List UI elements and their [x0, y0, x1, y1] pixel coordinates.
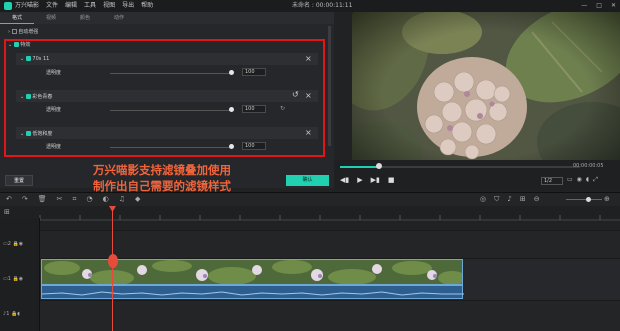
- eye-icon[interactable]: ◉: [19, 241, 23, 247]
- render-icon[interactable]: ◎: [480, 195, 486, 204]
- window-controls: — □ ✕: [581, 0, 616, 12]
- auto-enhance-label: 自动增强: [18, 29, 39, 35]
- stop-icon[interactable]: ■: [388, 176, 395, 184]
- eye-icon[interactable]: ◉: [19, 276, 23, 282]
- speed-icon[interactable]: ◔: [86, 195, 92, 204]
- edit-tools: ↶ ↷ 🗑 ✂ ⌗ ◔ ◐ ♫ ◆: [6, 195, 140, 204]
- playback-progress-handle[interactable]: [376, 163, 382, 169]
- track-row-audio-1: [0, 300, 620, 331]
- color-icon[interactable]: ◐: [103, 195, 109, 204]
- auto-enhance-checkbox[interactable]: [11, 29, 17, 34]
- tab-color[interactable]: 颜色: [68, 12, 102, 24]
- track-header-1: ▭1 🔒◉: [3, 276, 23, 282]
- play-icon[interactable]: ▶: [357, 176, 362, 184]
- shield-icon[interactable]: ⛉: [494, 195, 499, 204]
- ok-button[interactable]: 确认: [286, 175, 329, 186]
- expand-arrow-icon[interactable]: ›: [8, 29, 10, 35]
- app-logo-icon: [4, 2, 12, 10]
- zoom-slider-handle[interactable]: [586, 197, 591, 202]
- audio-waveform[interactable]: [41, 285, 464, 299]
- mic-icon[interactable]: ♪: [507, 195, 511, 204]
- fullscreen-icon[interactable]: ⤢: [593, 176, 598, 184]
- track-row-video-2: [0, 230, 620, 258]
- playhead-line[interactable]: [112, 206, 113, 331]
- zoom-tools: ◎ ⛉ ♪ ⊞ ⊖: [480, 195, 540, 204]
- screen-icon[interactable]: ▭: [567, 176, 573, 184]
- track-1-number: 1: [7, 276, 11, 282]
- delete-icon[interactable]: 🗑: [38, 195, 47, 204]
- crop-icon[interactable]: ⌗: [73, 195, 77, 204]
- project-title: 未命名 : 00:00:11:11: [292, 2, 353, 9]
- video-clip[interactable]: [41, 259, 463, 285]
- track-header-2: ▭2 🔒◉: [3, 241, 23, 247]
- auto-enhance-row[interactable]: › 自动增强: [8, 28, 38, 35]
- zoom-out-icon[interactable]: ⊖: [534, 195, 540, 204]
- annotation-caption: 万兴喵影支持滤镜叠加使用 制作出自己需要的滤镜样式: [93, 162, 231, 194]
- timeline-toolbar: ↶ ↷ 🗑 ✂ ⌗ ◔ ◐ ♫ ◆ ◎ ⛉ ♪ ⊞ ⊖ ⊕: [0, 192, 620, 206]
- menu-file[interactable]: 文件: [46, 0, 58, 12]
- undo-icon[interactable]: ↶: [6, 195, 12, 204]
- timecode: 00:00:00:05: [573, 163, 604, 169]
- track-header-audio: ♪1 🔒◖: [3, 311, 20, 317]
- tab-format[interactable]: 格式: [0, 12, 34, 24]
- menu-view[interactable]: 视图: [103, 0, 115, 12]
- properties-tabs: 格式 视频 颜色 动作: [0, 12, 334, 24]
- waveform-graphic: [41, 291, 464, 296]
- camera-icon[interactable]: ◉: [577, 176, 582, 184]
- menu-edit[interactable]: 编辑: [65, 0, 77, 12]
- title-bar: 万兴喵影 文件 编辑 工具 视图 导出 帮助 未命名 : 00:00:11:11…: [0, 0, 620, 12]
- close-icon[interactable]: ✕: [611, 0, 616, 12]
- tab-motion[interactable]: 动作: [102, 12, 136, 24]
- highlight-box: [4, 39, 325, 157]
- video-preview: [334, 0, 620, 182]
- snap-icon[interactable]: ⊞: [520, 195, 526, 204]
- track-2-number: 2: [7, 241, 11, 247]
- menu-bar: 万兴喵影 文件 编辑 工具 视图 导出 帮助: [15, 0, 153, 12]
- cut-icon[interactable]: ✂: [57, 195, 63, 204]
- annotation-line-1: 万兴喵影支持滤镜叠加使用: [93, 163, 231, 177]
- preview-image: [334, 0, 620, 182]
- transport-controls: ◀▮ ▶ ▶▮ ■: [340, 176, 395, 184]
- maximize-icon[interactable]: □: [596, 0, 602, 12]
- volume-icon[interactable]: ◖: [586, 176, 589, 184]
- app-title: 万兴喵影: [15, 2, 40, 9]
- speaker-icon[interactable]: ◖: [17, 311, 20, 317]
- menu-export[interactable]: 导出: [122, 0, 134, 12]
- timeline-ruler[interactable]: [0, 206, 620, 221]
- clip-thumbnails: [42, 260, 462, 284]
- zoom-in-icon[interactable]: ⊕: [604, 195, 610, 203]
- playback-progress-fill: [340, 166, 380, 168]
- menu-help[interactable]: 帮助: [141, 0, 153, 12]
- next-frame-icon[interactable]: ▶▮: [371, 176, 380, 184]
- prev-frame-icon[interactable]: ◀▮: [340, 176, 349, 184]
- zoom-slider-track[interactable]: [566, 199, 602, 200]
- redo-icon[interactable]: ↷: [22, 195, 28, 204]
- audio-icon[interactable]: ♫: [119, 195, 125, 204]
- minimize-icon[interactable]: —: [581, 0, 587, 12]
- properties-scrollbar[interactable]: [328, 26, 331, 146]
- add-track-icon[interactable]: ⊞: [4, 208, 10, 216]
- tab-video[interactable]: 视频: [34, 12, 68, 24]
- reset-button[interactable]: 重置: [5, 175, 33, 186]
- marker-icon[interactable]: ◆: [135, 195, 140, 204]
- ruler-ticks: [39, 215, 620, 221]
- audio-track-number: 1: [6, 311, 10, 317]
- quality-select[interactable]: 1/2: [541, 177, 563, 185]
- menu-tools[interactable]: 工具: [84, 0, 96, 12]
- playhead-marker[interactable]: [108, 254, 118, 268]
- player-tools: ▭ ◉ ◖ ⤢: [567, 176, 598, 184]
